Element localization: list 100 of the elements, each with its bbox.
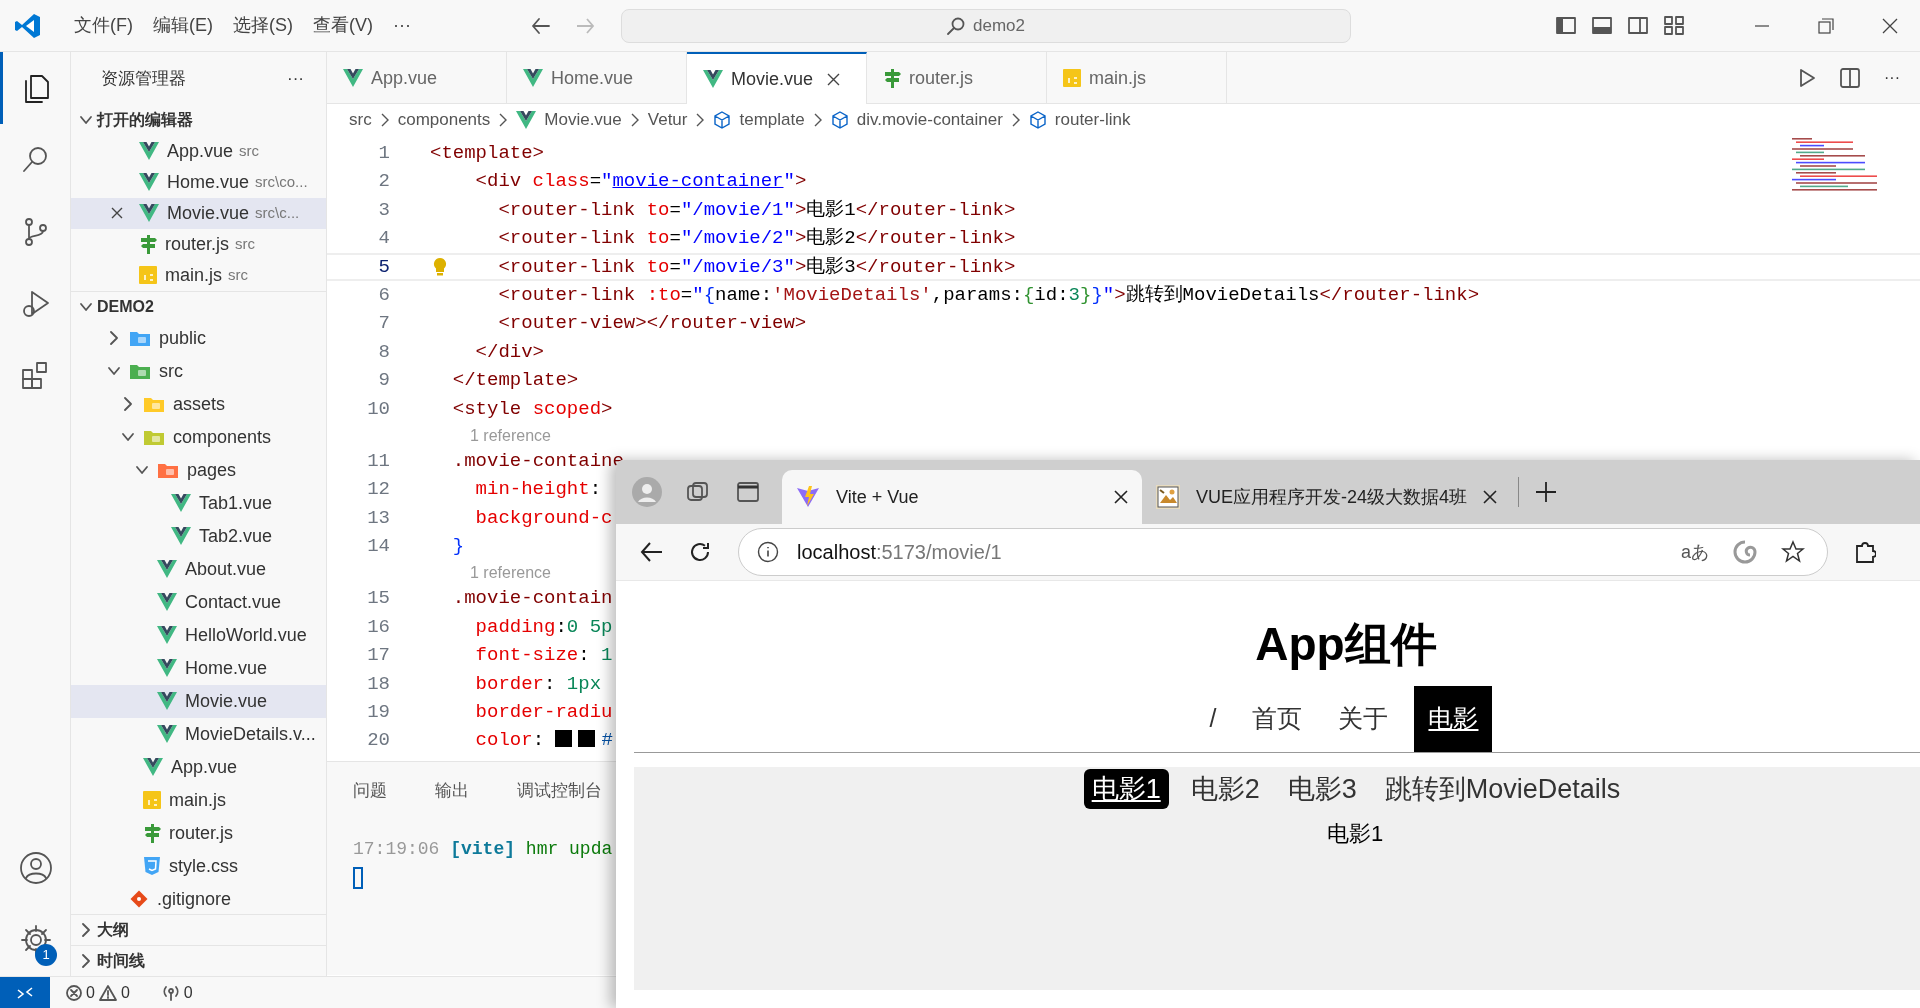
back-arrow-icon[interactable] bbox=[640, 541, 664, 563]
sidebar-layout-icon[interactable] bbox=[1556, 16, 1576, 35]
tree-item[interactable]: MovieDetails.v... bbox=[71, 717, 326, 751]
tree-item[interactable]: .gitignore bbox=[71, 882, 326, 914]
browser-tab[interactable]: Vite + Vue bbox=[782, 470, 1142, 524]
movie-link[interactable]: 跳转到MovieDetails bbox=[1378, 768, 1627, 810]
breadcrumb-item[interactable]: src bbox=[349, 107, 372, 133]
editor-tab[interactable]: router.js bbox=[867, 52, 1047, 104]
movie-link[interactable]: 电影2 bbox=[1184, 768, 1266, 810]
panel-layout-icon[interactable] bbox=[1592, 16, 1612, 35]
close-icon[interactable] bbox=[1483, 490, 1498, 504]
section-header[interactable]: 时间线 bbox=[71, 944, 326, 976]
chevron-right-icon[interactable] bbox=[107, 331, 121, 346]
tree-item[interactable]: Movie.vue bbox=[71, 684, 326, 718]
split-layout-icon[interactable] bbox=[1628, 16, 1648, 35]
address-bar[interactable]: localhost:5173/movie/1 aあ bbox=[738, 528, 1828, 576]
swirl-icon[interactable] bbox=[1733, 540, 1757, 564]
open-editor-item[interactable]: Movie.vue src\c... bbox=[71, 197, 326, 229]
back-arrow-icon[interactable] bbox=[530, 16, 551, 35]
split-editor-icon[interactable] bbox=[1840, 67, 1860, 88]
section-header[interactable]: 大纲 bbox=[71, 913, 326, 945]
editor-tab[interactable]: Movie.vue bbox=[687, 52, 867, 104]
more-actions[interactable]: ··· bbox=[1884, 65, 1900, 90]
tree-item[interactable]: Home.vue bbox=[71, 651, 326, 685]
tree-item[interactable]: Tab2.vue bbox=[71, 519, 326, 553]
menu-item[interactable]: 文件(F) bbox=[64, 8, 143, 43]
vue-logo-icon bbox=[157, 626, 177, 645]
tree-item[interactable]: Tab1.vue bbox=[71, 486, 326, 520]
color-swatch[interactable] bbox=[555, 730, 573, 748]
breadcrumb-item[interactable]: components bbox=[397, 107, 491, 133]
grid-layout-icon[interactable] bbox=[1664, 16, 1684, 35]
read-aloud-button[interactable]: aあ bbox=[1681, 538, 1709, 566]
chevron-right-icon[interactable] bbox=[121, 397, 135, 412]
menu-item[interactable]: 编辑(E) bbox=[143, 8, 223, 43]
tree-item[interactable]: public bbox=[71, 321, 326, 355]
account-icon[interactable] bbox=[18, 851, 53, 885]
close-icon[interactable] bbox=[827, 72, 841, 86]
breadcrumb-item[interactable]: Vetur bbox=[647, 107, 688, 133]
nav-link[interactable]: 首页 bbox=[1242, 688, 1313, 750]
tab-actions-icon[interactable] bbox=[736, 481, 760, 503]
tree-item[interactable]: App.vue bbox=[71, 750, 326, 784]
open-editor-item[interactable]: main.js src bbox=[71, 259, 326, 291]
problems-button[interactable]: 0 0 bbox=[66, 980, 130, 1005]
breadcrumb-item[interactable]: router-link bbox=[1028, 107, 1131, 133]
app-logo-icon bbox=[14, 11, 42, 40]
remote-button[interactable] bbox=[0, 976, 50, 1008]
new-tab-icon[interactable] bbox=[1535, 481, 1557, 503]
tree-item[interactable]: style.css bbox=[71, 849, 326, 883]
restore-icon[interactable] bbox=[1818, 17, 1834, 34]
vue-logo-icon bbox=[343, 69, 363, 87]
code-line: border: 1px bbox=[475, 672, 602, 695]
movie-link[interactable]: 电影1 bbox=[1083, 768, 1169, 810]
close-icon[interactable] bbox=[111, 207, 123, 220]
tree-item[interactable]: main.js bbox=[71, 783, 326, 817]
breadcrumb-item[interactable]: Movie.vue bbox=[516, 107, 622, 133]
open-editor-item[interactable]: App.vue src bbox=[71, 135, 326, 167]
more-actions[interactable]: ··· bbox=[287, 65, 304, 92]
tree-item[interactable]: components bbox=[71, 420, 326, 454]
chevron-right-icon bbox=[379, 113, 390, 127]
chevron-right-icon[interactable] bbox=[79, 953, 93, 968]
line-number: 16 bbox=[366, 614, 390, 640]
movie-link[interactable]: 电影3 bbox=[1281, 768, 1363, 810]
panel-tab[interactable]: 调试控制台 bbox=[517, 762, 602, 814]
tree-item[interactable]: About.vue bbox=[71, 552, 326, 586]
star-icon[interactable] bbox=[1781, 540, 1805, 564]
browser-tab[interactable]: VUE应用程序开发-24级大数据4班 bbox=[1142, 470, 1502, 524]
open-editor-item[interactable]: Home.vue src\co... bbox=[71, 166, 326, 198]
open-editor-item[interactable]: router.js src bbox=[71, 228, 326, 260]
more-menu[interactable]: ··· bbox=[383, 8, 421, 43]
menu-item[interactable]: 查看(V) bbox=[303, 8, 383, 43]
menu-item[interactable]: 选择(S) bbox=[223, 8, 303, 43]
nav-link[interactable]: 电影 bbox=[1414, 686, 1493, 752]
tree-item[interactable]: HelloWorld.vue bbox=[71, 618, 326, 652]
tree-item[interactable]: assets bbox=[71, 387, 326, 421]
breadcrumb-item[interactable]: div.movie-container bbox=[830, 107, 1003, 133]
tree-item[interactable]: Contact.vue bbox=[71, 585, 326, 619]
code-line: <router-link to="/movie/1">电影1</router-link> bbox=[498, 198, 1016, 221]
code-line: <router-link to="/movie/3">电影3</router-link> bbox=[498, 255, 1016, 278]
close-icon[interactable] bbox=[1882, 17, 1898, 34]
panel-tab[interactable]: 输出 bbox=[435, 762, 469, 814]
section-header[interactable]: DEMO2 bbox=[71, 290, 326, 322]
breadcrumb-item[interactable]: template bbox=[713, 107, 805, 133]
tree-item[interactable]: router.js bbox=[71, 816, 326, 850]
close-icon[interactable] bbox=[1114, 490, 1128, 504]
tree-item[interactable]: src bbox=[71, 354, 326, 388]
section-header[interactable]: 打开的编辑器 bbox=[71, 104, 326, 136]
tree-item[interactable]: pages bbox=[71, 453, 326, 487]
nav-link[interactable]: / bbox=[1199, 688, 1227, 750]
chevron-right-icon[interactable] bbox=[79, 922, 93, 937]
color-swatch[interactable] bbox=[578, 730, 596, 748]
puzzle-icon[interactable] bbox=[1854, 540, 1876, 564]
vue-logo-icon bbox=[157, 593, 177, 612]
nav-link[interactable]: 关于 bbox=[1328, 688, 1399, 750]
editor-tab[interactable]: main.js bbox=[1047, 52, 1227, 104]
editor-tab[interactable]: App.vue bbox=[327, 52, 507, 104]
run-icon[interactable] bbox=[1798, 67, 1816, 88]
ports-button[interactable]: 0 bbox=[161, 980, 193, 1005]
refresh-icon[interactable] bbox=[688, 540, 712, 564]
search-field[interactable]: demo2 bbox=[620, 8, 1351, 43]
panel-tab[interactable]: 问题 bbox=[353, 762, 387, 814]
